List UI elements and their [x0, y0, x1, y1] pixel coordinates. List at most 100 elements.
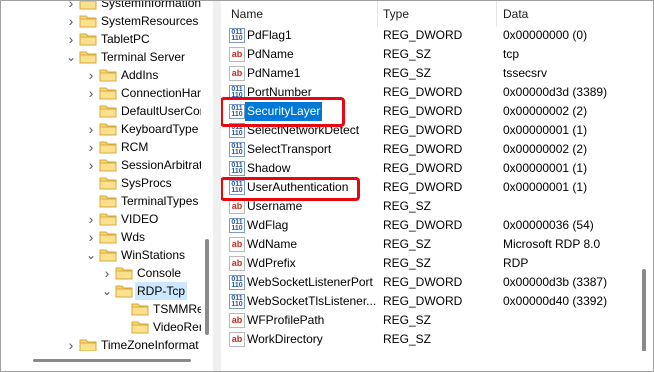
chevron-right-icon[interactable]: ›: [65, 30, 77, 48]
folder-icon: [115, 284, 133, 298]
value-name: PdName1: [247, 66, 301, 80]
tree-item[interactable]: › SystemResources: [65, 12, 213, 30]
tree-item[interactable]: › VIDEO: [85, 210, 213, 228]
tree-item[interactable]: VideoRen: [117, 318, 213, 336]
reg-binary-icon: 011 110: [229, 28, 245, 43]
tree-item[interactable]: ⌄ RDP-Tcp: [101, 282, 213, 300]
registry-editor-window: › SystemInformation › SystemResources › Table…: [0, 0, 654, 372]
chevron-right-icon[interactable]: ›: [65, 1, 77, 12]
chevron-right-icon[interactable]: ›: [85, 66, 97, 84]
value-type: REG_DWORD: [383, 275, 463, 289]
value-data: 0x00000002 (2): [503, 104, 588, 118]
chevron-right-icon[interactable]: ›: [65, 12, 77, 30]
registry-value-row[interactable]: ab PdName REG_SZ tcp: [221, 45, 641, 64]
registry-value-row[interactable]: ab PdName1 REG_SZ tssecsrv: [221, 64, 641, 83]
folder-icon: [99, 212, 117, 226]
value-type: REG_DWORD: [383, 180, 463, 194]
tree-item-label: WinStations: [121, 248, 186, 262]
chevron-down-icon[interactable]: ⌄: [101, 282, 113, 300]
column-header: Name Type Data: [221, 1, 641, 27]
tree-item-label: DefaultUserCon: [121, 104, 207, 118]
tree-item[interactable]: › TabletPC: [65, 30, 213, 48]
tree-item[interactable]: ⌄ Terminal Server: [65, 48, 213, 66]
tree-item[interactable]: › RCM: [85, 138, 213, 156]
tree-item[interactable]: DefaultUserCon: [85, 102, 213, 120]
tree-vertical-scrollbar[interactable]: [201, 1, 213, 351]
folder-icon: [115, 266, 133, 280]
registry-value-row[interactable]: ab WdPrefix REG_SZ RDP: [221, 254, 641, 273]
tree-item-label: AddIns: [121, 68, 159, 82]
tree-item[interactable]: › Wds: [85, 228, 213, 246]
tree-item[interactable]: › SessionArbitrati: [85, 156, 213, 174]
header-divider[interactable]: [377, 1, 378, 27]
header-name[interactable]: Name: [231, 1, 263, 27]
value-name: Shadow: [247, 161, 291, 175]
tree-item-label: SysProcs: [121, 176, 172, 190]
header-data[interactable]: Data: [503, 1, 528, 27]
chevron-right-icon[interactable]: ›: [85, 84, 97, 102]
tree-item[interactable]: › Console: [101, 264, 213, 282]
folder-icon: [79, 338, 97, 352]
tree-item-label: KeyboardType M: [121, 122, 212, 136]
value-name: WdName: [247, 237, 298, 251]
value-data: RDP: [503, 256, 529, 270]
list-horizontal-scrollbar[interactable]: [221, 351, 653, 371]
chevron-down-icon[interactable]: ⌄: [65, 48, 77, 66]
chevron-right-icon[interactable]: ›: [85, 156, 97, 174]
tree-item[interactable]: TerminalTypes: [85, 192, 213, 210]
value-name: PdName: [247, 47, 294, 61]
tree-item[interactable]: › AddIns: [85, 66, 213, 84]
folder-icon: [79, 14, 97, 28]
folder-icon: [79, 32, 97, 46]
registry-tree: › SystemInformation › SystemResources › Table…: [1, 1, 213, 371]
chevron-right-icon[interactable]: ›: [85, 228, 97, 246]
folder-icon: [99, 230, 117, 244]
chevron-right-icon[interactable]: ›: [85, 138, 97, 156]
registry-value-row[interactable]: 011 110 WebSocketListenerPort REG_DWORD 0x0…: [221, 273, 641, 292]
reg-sz-icon: ab: [229, 237, 245, 252]
chevron-down-icon[interactable]: ⌄: [85, 246, 97, 264]
tree-item-label: Wds: [121, 230, 145, 244]
value-type: REG_SZ: [383, 332, 432, 346]
registry-value-row[interactable]: 011 110 WdFlag REG_DWORD 0x00000036 (54): [221, 216, 641, 235]
pane-splitter[interactable]: [213, 1, 221, 371]
registry-value-row[interactable]: ab WdName REG_SZ Microsoft RDP 8.0: [221, 235, 641, 254]
value-name: PdFlag1: [247, 28, 292, 42]
registry-value-row[interactable]: ab WorkDirectory REG_SZ: [221, 330, 641, 349]
tree-item[interactable]: ⌄ WinStations: [85, 246, 213, 264]
registry-value-row[interactable]: 011 110 Shadow REG_DWORD 0x00000001 (1): [221, 159, 641, 178]
tree-hscroll-thumb[interactable]: [33, 359, 191, 362]
value-type: REG_DWORD: [383, 142, 463, 156]
registry-value-row[interactable]: 011 110 PdFlag1 REG_DWORD 0x00000000 (0): [221, 26, 641, 45]
header-divider[interactable]: [496, 1, 497, 27]
value-name: WdPrefix: [247, 256, 296, 270]
list-scroll-thumb[interactable]: [642, 269, 646, 353]
tree-horizontal-scrollbar[interactable]: [1, 351, 213, 371]
value-type: REG_SZ: [383, 313, 432, 327]
tree-item[interactable]: TSMMRer: [117, 300, 213, 318]
tree-item-label: ConnectionHar: [121, 86, 202, 100]
value-type: REG_SZ: [383, 256, 432, 270]
chevron-right-icon[interactable]: ›: [85, 210, 97, 228]
registry-value-row[interactable]: ab WFProfilePath REG_SZ: [221, 311, 641, 330]
tree-item[interactable]: › KeyboardType M: [85, 120, 213, 138]
tree-item-label: VideoRen: [153, 320, 206, 334]
registry-value-row[interactable]: 011 110 WebSocketTlsListener... REG_DWORD 0…: [221, 292, 641, 311]
tree-item-label: SystemResources: [101, 14, 199, 28]
tree-scroll-thumb[interactable]: [205, 239, 209, 335]
values-list: Name Type Data 011 110 PdFlag1 REG_DWORD 0x…: [221, 1, 653, 371]
chevron-right-icon[interactable]: ›: [85, 120, 97, 138]
chevron-right-icon[interactable]: ›: [101, 264, 113, 282]
tree-item-label: RDP-Tcp: [135, 282, 188, 300]
value-type: REG_DWORD: [383, 28, 463, 42]
reg-binary-icon: 011 110: [229, 275, 245, 290]
registry-value-row[interactable]: 011 110 SelectTransport REG_DWORD 0x0000000…: [221, 140, 641, 159]
header-type[interactable]: Type: [383, 1, 409, 27]
tree-item[interactable]: › ConnectionHar: [85, 84, 213, 102]
folder-icon: [99, 86, 117, 100]
tree-item[interactable]: › SystemInformation: [65, 1, 213, 12]
tree-item[interactable]: SysProcs: [85, 174, 213, 192]
list-vertical-scrollbar[interactable]: [635, 1, 653, 371]
